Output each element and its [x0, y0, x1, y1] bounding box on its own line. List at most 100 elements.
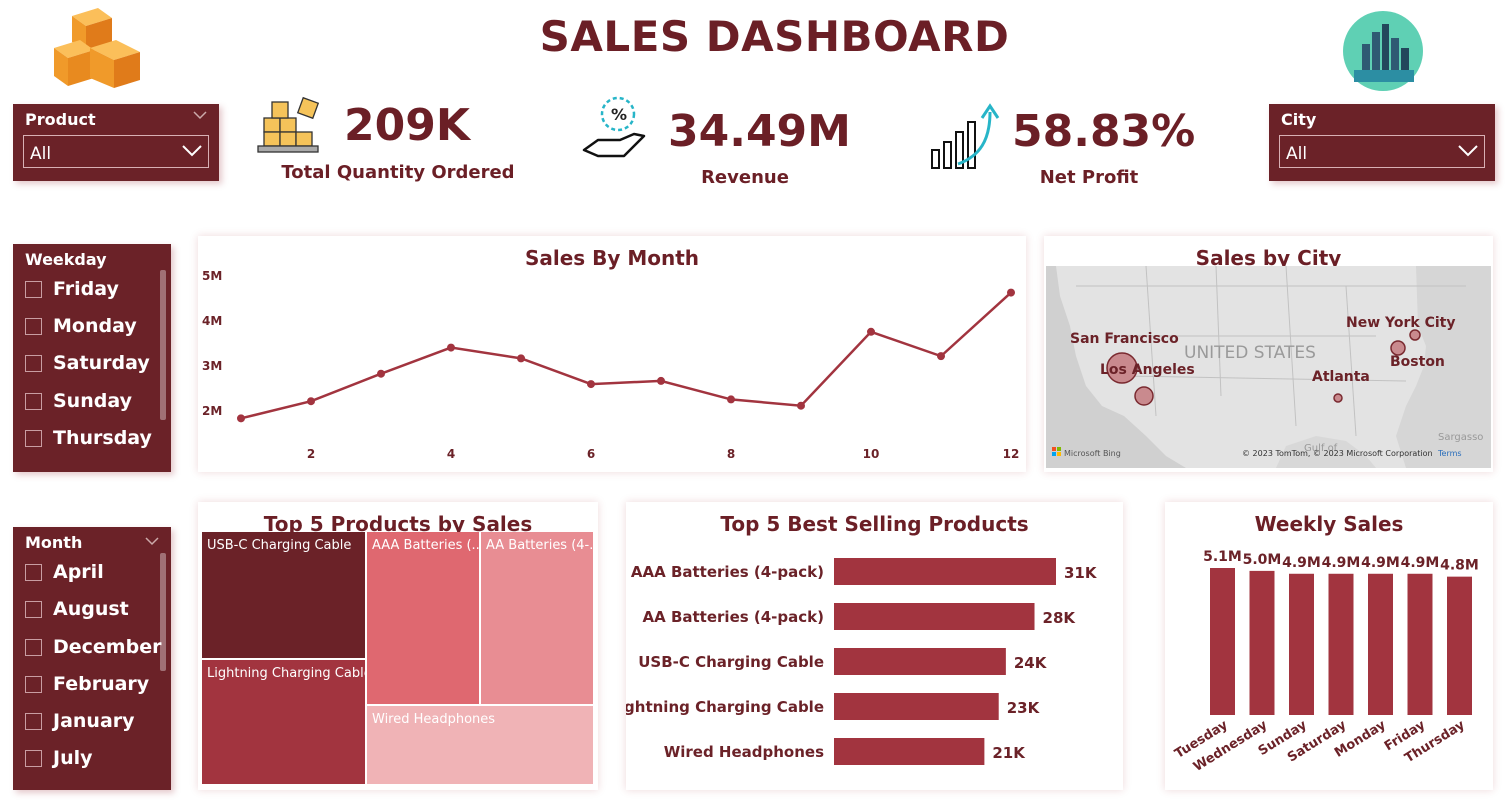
value-label: 4.9M — [1322, 555, 1361, 571]
checkbox[interactable] — [25, 675, 42, 693]
city-label: Atlanta — [1312, 369, 1370, 385]
series-line — [240, 291, 1012, 420]
category-label: AA Batteries (4-pack) — [643, 608, 824, 626]
weekday-option[interactable]: Friday — [25, 277, 119, 301]
map-terms-link[interactable]: Terms — [1437, 449, 1462, 458]
treemap-tile[interactable]: Lightning Charging Cable — [202, 660, 365, 784]
bing-logo: Microsoft Bing — [1064, 449, 1121, 458]
category-label: Lightning Charging Cable — [626, 698, 824, 716]
data-point — [587, 380, 595, 389]
product-filter[interactable]: Product All — [13, 104, 219, 181]
top-products-treemap[interactable]: Top 5 Products by Sales USB-C Charging C… — [198, 502, 598, 790]
kpi-quantity-value: 209K — [344, 100, 470, 151]
kpi-quantity-label: Total Quantity Ordered — [281, 162, 515, 183]
month-option[interactable]: January — [25, 709, 135, 733]
value-label: 4.9M — [1361, 555, 1400, 571]
data-point — [937, 352, 945, 361]
treemap-tile[interactable]: AA Batteries (4-... — [481, 532, 593, 704]
kpi-profit-value: 58.83% — [1012, 106, 1196, 157]
data-point — [307, 397, 315, 406]
category-label: USB-C Charging Cable — [638, 653, 824, 671]
data-point — [447, 343, 455, 352]
map-svg[interactable]: UNITED STATES San Francisco Los Angeles … — [1046, 266, 1491, 468]
weekday-filter-label: Weekday — [25, 250, 107, 269]
city-label: Los Angeles — [1100, 362, 1195, 378]
column-chart-svg: 5.1MTuesday5.0MWednesday4.9MSunday4.9MSa… — [1172, 549, 1479, 775]
weekly-sales-chart[interactable]: Weekly Sales 5.1M Tuesday 5.0M Wednesday 4.9… — [1165, 502, 1493, 790]
data-point — [797, 401, 805, 410]
city-skyline-icon — [1343, 11, 1423, 91]
value-label: 31K — [1064, 564, 1098, 582]
chevron-down-icon[interactable] — [145, 536, 159, 546]
month-option[interactable]: August — [25, 597, 129, 621]
data-point — [1007, 288, 1015, 297]
bar — [834, 738, 985, 765]
city-label: Boston — [1390, 354, 1445, 370]
weekday-option[interactable]: Sunday — [25, 389, 132, 413]
value-label: 5.0M — [1243, 552, 1282, 568]
value-label: 21K — [992, 744, 1026, 762]
y-tick-label: 2M — [202, 404, 222, 418]
growth-chart-icon — [931, 103, 1000, 169]
checkbox[interactable] — [25, 563, 42, 581]
weekday-option[interactable]: Monday — [25, 314, 137, 338]
treemap-tile[interactable]: Wired Headphones — [367, 706, 593, 784]
month-option[interactable]: April — [25, 560, 104, 584]
sales-by-month-chart[interactable]: Sales By Month 2M 3M 4M 5M 2 4 6 8 10 12 — [198, 236, 1026, 472]
city-filter-label: City — [1281, 110, 1317, 129]
value-label: 4.9M — [1401, 555, 1440, 571]
city-bubble[interactable] — [1333, 393, 1343, 403]
data-point — [377, 369, 385, 378]
checkbox[interactable] — [25, 317, 42, 335]
y-tick-label: 3M — [202, 359, 222, 373]
x-tick-label: 2 — [307, 447, 315, 461]
x-tick-label: 12 — [1003, 447, 1020, 461]
best-selling-chart[interactable]: Top 5 Best Selling Products AAA Batterie… — [626, 502, 1123, 790]
bar — [1289, 573, 1314, 715]
city-bubble[interactable] — [1390, 340, 1406, 356]
weekday-option[interactable]: Saturday — [25, 351, 150, 375]
discount-hand-icon: % — [582, 96, 646, 158]
bar — [834, 648, 1006, 675]
chevron-down-icon — [182, 145, 202, 157]
month-option[interactable]: December — [25, 635, 161, 659]
month-option[interactable]: February — [25, 672, 149, 696]
treemap-tile[interactable]: USB-C Charging Cable — [202, 532, 365, 658]
city-bubble[interactable] — [1134, 386, 1154, 406]
checkbox[interactable] — [25, 600, 42, 618]
checkbox[interactable] — [25, 638, 42, 656]
city-label: New York City — [1346, 315, 1455, 331]
chevron-down-icon — [1458, 145, 1478, 157]
category-label: AAA Batteries (4-pack) — [631, 563, 824, 581]
treemap-tile[interactable]: AAA Batteries (... — [367, 532, 479, 704]
checkbox[interactable] — [25, 429, 42, 447]
chevron-down-icon[interactable] — [193, 110, 207, 120]
city-filter[interactable]: City All — [1269, 104, 1495, 181]
checkbox[interactable] — [25, 280, 42, 298]
data-point — [657, 376, 665, 385]
treemap-label: AA Batteries (4-... — [486, 538, 593, 553]
weekday-scrollbar[interactable] — [160, 270, 166, 420]
value-label: 5.1M — [1203, 549, 1242, 565]
checkbox[interactable] — [25, 749, 42, 767]
x-tick-label: 6 — [587, 447, 595, 461]
weekday-filter[interactable]: Weekday Friday Monday Saturday Sunday Th… — [13, 244, 171, 472]
checkbox[interactable] — [25, 392, 42, 410]
checkbox[interactable] — [25, 712, 42, 730]
city-dropdown[interactable]: All — [1279, 135, 1485, 168]
month-option[interactable]: July — [25, 746, 93, 770]
weekday-option[interactable]: Thursday — [25, 426, 152, 450]
treemap-label: Wired Headphones — [372, 712, 496, 727]
data-point — [237, 414, 245, 423]
checkbox[interactable] — [25, 354, 42, 372]
x-tick-label: 8 — [727, 447, 735, 461]
value-label: 4.9M — [1282, 555, 1321, 571]
sales-by-city-map[interactable]: Sales by City UNITED STATES San Francisc… — [1044, 236, 1493, 472]
kpi-revenue-value: 34.49M — [668, 106, 851, 157]
bar — [834, 693, 999, 720]
x-tick-label: 10 — [863, 447, 880, 461]
product-dropdown[interactable]: All — [23, 135, 209, 168]
month-filter[interactable]: Month April August December February Jan… — [13, 527, 171, 790]
city-bubble[interactable] — [1409, 329, 1421, 341]
bar — [1368, 573, 1393, 715]
